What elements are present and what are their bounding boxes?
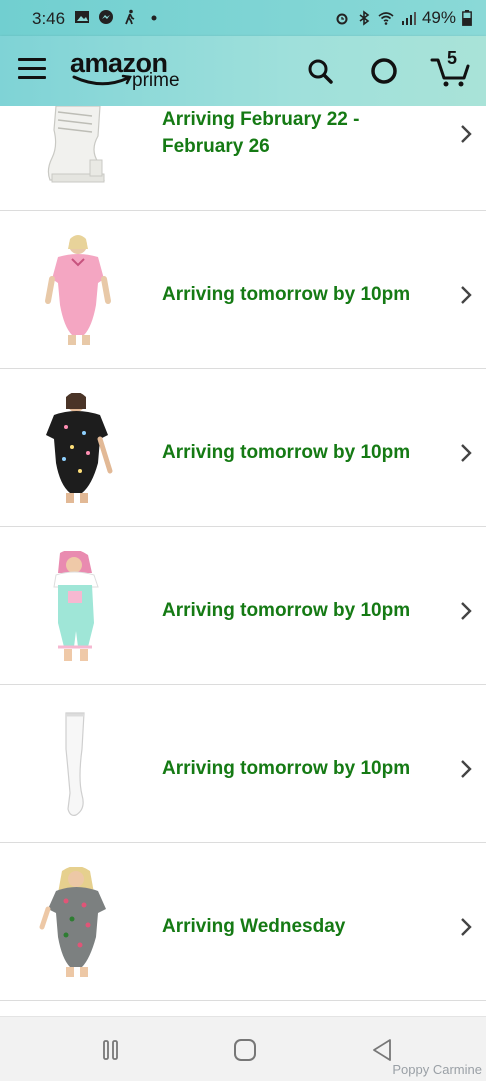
home-icon[interactable] <box>230 1037 260 1063</box>
cart-count: 5 <box>447 48 458 68</box>
order-row[interactable]: Arriving tomorrow by 10pm <box>0 211 486 369</box>
gallery-icon <box>75 11 89 23</box>
search-icon[interactable] <box>303 54 337 88</box>
messenger-icon <box>99 10 113 24</box>
chevron-right-icon <box>461 444 472 462</box>
order-row[interactable]: Arriving February 22 - February 26 <box>0 106 486 211</box>
watermark: Poppy Carmine <box>392 1062 482 1077</box>
logo-sub: prime <box>132 70 180 91</box>
product-thumbnail <box>39 867 106 977</box>
delivery-status: Arriving Wednesday <box>162 916 346 937</box>
back-icon[interactable] <box>368 1037 398 1063</box>
alarm-icon <box>336 13 348 25</box>
chevron-right-icon <box>461 125 472 143</box>
battery-icon <box>462 10 472 26</box>
delivery-status: Arriving tomorrow by 10pm <box>162 600 411 621</box>
order-row[interactable]: Arriving tomorrow by 10pm <box>0 527 486 685</box>
product-thumbnail <box>47 106 105 183</box>
signal-icon <box>401 12 416 25</box>
status-left-icons <box>74 9 162 25</box>
order-row[interactable]: Arriving tomorrow by 10pm <box>0 685 486 843</box>
delivery-status: Arriving tomorrow by 10pm <box>162 442 411 463</box>
status-right-icons: 49% <box>334 8 472 28</box>
smile-arrow-icon <box>72 74 132 86</box>
menu-icon[interactable] <box>18 58 46 82</box>
delivery-status: Arriving February 22 - February 26 <box>162 109 360 157</box>
product-thumbnail <box>46 393 113 503</box>
battery-percent: 49% <box>421 8 456 27</box>
chevron-right-icon <box>461 918 472 936</box>
wifi-icon <box>378 12 394 25</box>
order-row[interactable]: Arriving tomorrow by 10pm <box>0 369 486 527</box>
chevron-right-icon <box>461 760 472 778</box>
chevron-right-icon <box>461 286 472 304</box>
product-thumbnail <box>65 712 85 816</box>
status-bar: 3:46 49% <box>0 0 486 36</box>
alexa-icon[interactable] <box>367 54 401 88</box>
recents-icon[interactable] <box>96 1037 126 1063</box>
dot-icon <box>151 15 157 21</box>
walking-icon <box>125 9 135 25</box>
app-header: amazon prime 5 <box>0 36 486 106</box>
bluetooth-icon <box>359 10 370 26</box>
cart-button[interactable]: 5 <box>430 48 472 88</box>
product-thumbnail <box>53 551 99 661</box>
chevron-right-icon <box>461 602 472 620</box>
delivery-status: Arriving tomorrow by 10pm <box>162 758 411 779</box>
order-row[interactable]: Arriving Wednesday <box>0 843 486 1001</box>
product-thumbnail <box>45 235 111 345</box>
amazon-prime-logo[interactable]: amazon prime <box>70 48 200 94</box>
status-time: 3:46 <box>32 9 66 28</box>
system-nav-bar: Poppy Carmine <box>0 1016 486 1081</box>
delivery-status: Arriving tomorrow by 10pm <box>162 284 411 305</box>
